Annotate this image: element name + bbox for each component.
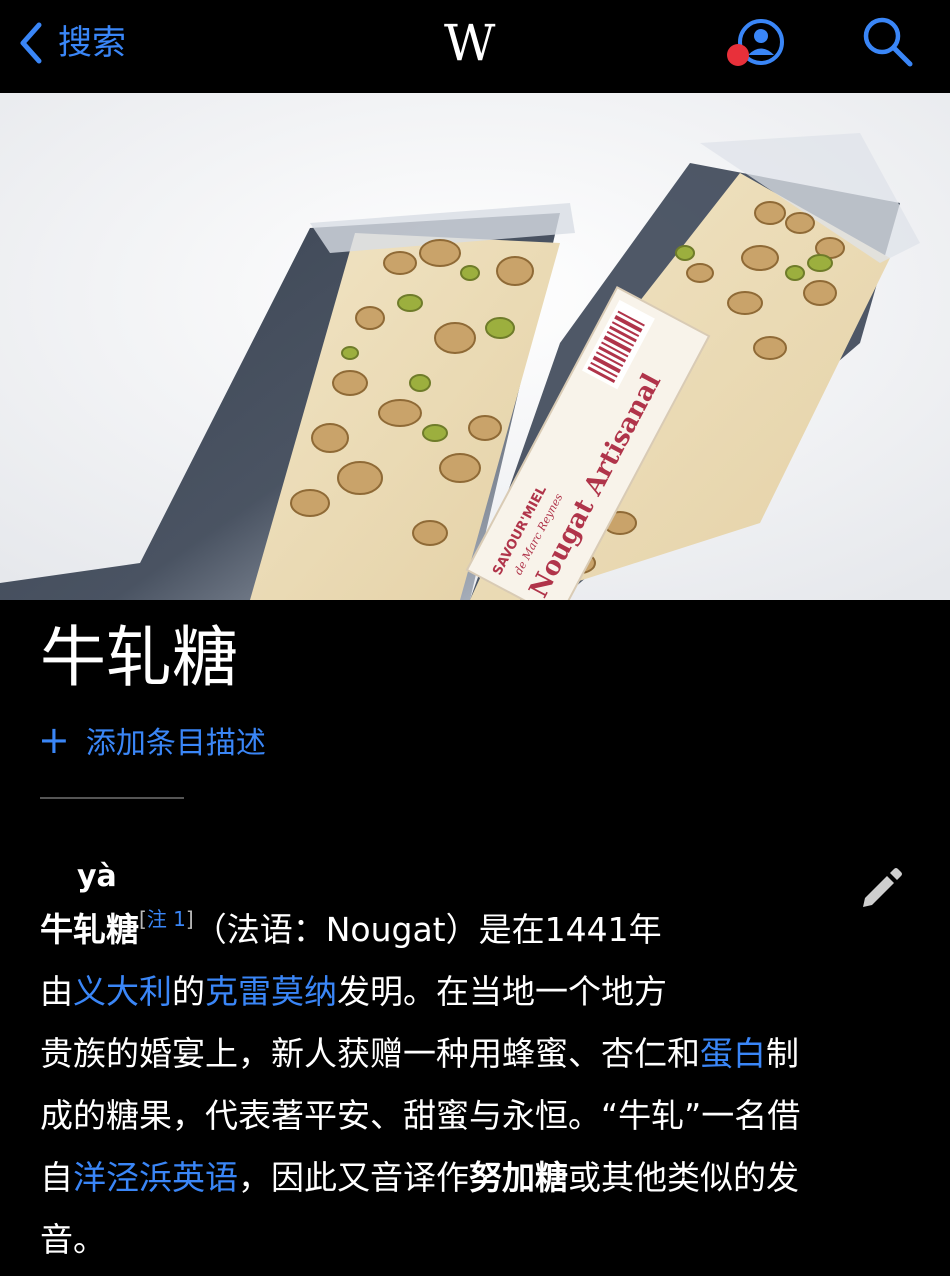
search-button[interactable] (858, 14, 918, 70)
link-italy[interactable]: 义大利 (73, 972, 172, 1011)
add-description-button[interactable]: + 添加条目描述 (38, 718, 266, 762)
wikipedia-logo: W (444, 14, 495, 72)
back-button-label: 搜索 (58, 23, 126, 63)
nougat-photo: SAVOUR'MIEL de Marc Reynes Nougat Artisa… (0, 93, 950, 600)
paragraph-line: 成的糖果，代表著平安、甜蜜与永恒。“牛轧”一名借 (40, 1096, 801, 1135)
link-pidgin-english[interactable]: 洋泾浜英语 (73, 1158, 238, 1197)
paragraph-line: 由义大利的克雷莫纳发明。在当地一个地方 (40, 972, 667, 1011)
back-button[interactable]: 搜索 (18, 18, 126, 68)
note-reference-label: 注 1 (146, 907, 186, 931)
note-reference[interactable]: [注 1] (139, 907, 194, 931)
page-title: 牛轧糖 (40, 619, 238, 696)
lead-image[interactable]: SAVOUR'MIEL de Marc Reynes Nougat Artisa… (0, 93, 950, 600)
term-bold: 牛轧糖 (40, 910, 139, 949)
paragraph-line: 音。 (40, 1220, 106, 1259)
title-divider (40, 797, 184, 799)
account-icon (727, 19, 784, 66)
link-egg-white[interactable]: 蛋白 (700, 1034, 766, 1073)
pinyin-annotation: yà (77, 859, 117, 894)
chevron-left-icon (20, 22, 42, 64)
alt-name-bold: 努加糖 (469, 1158, 568, 1197)
paragraph-line: 牛轧糖[注 1]（法语：Nougat）是在1441年 (40, 907, 662, 949)
paragraph-line: 贵族的婚宴上，新人获赠一种用蜂蜜、杏仁和蛋白制 (40, 1034, 799, 1073)
article-lead: yà 牛轧糖[注 1]（法语：Nougat）是在1441年 由义大利的克雷莫纳发… (40, 855, 910, 1271)
search-icon (863, 17, 913, 67)
paragraph-line: 自洋泾浜英语，因此又音译作努加糖或其他类似的发 (40, 1158, 799, 1197)
link-cremona[interactable]: 克雷莫纳 (205, 972, 337, 1011)
account-button[interactable] (725, 14, 789, 70)
top-nav-bar: 搜索 W (0, 0, 950, 93)
lead-paragraph: 牛轧糖[注 1]（法语：Nougat）是在1441年 由义大利的克雷莫纳发明。在… (40, 899, 910, 1271)
plus-icon: + (38, 718, 70, 762)
add-description-label: 添加条目描述 (85, 726, 266, 761)
